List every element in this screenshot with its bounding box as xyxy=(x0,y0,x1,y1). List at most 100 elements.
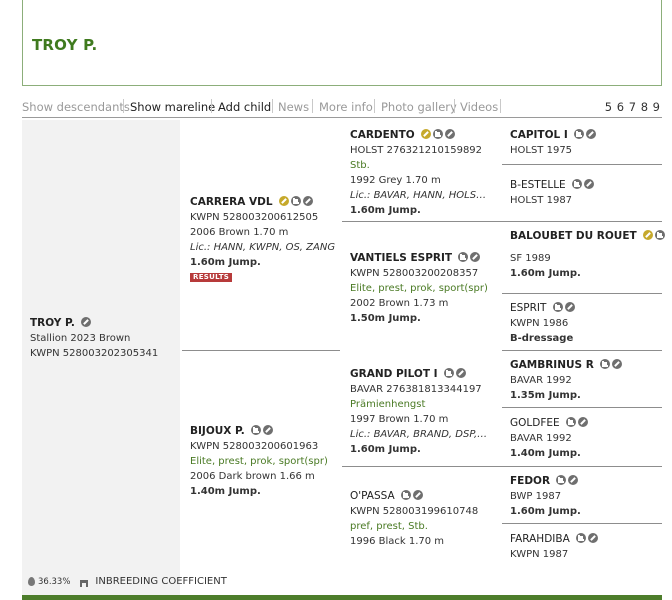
stallion-badge-icon xyxy=(420,129,431,139)
edit-icon[interactable] xyxy=(470,252,481,262)
pedigree-icon[interactable] xyxy=(556,475,567,485)
stallion-badge-icon xyxy=(278,196,289,206)
subject-registration: KWPN 528003202305341 xyxy=(30,348,159,359)
gen3-card-2: B-ESTELLE HOLST 1987 xyxy=(510,178,594,208)
sire-name[interactable]: CARRERA VDL xyxy=(190,195,273,210)
horse-predicates: Prämienhengst xyxy=(350,399,426,410)
pedigree-icon[interactable] xyxy=(575,533,586,543)
subject-name[interactable]: TROY P. xyxy=(30,316,75,331)
horse-name[interactable]: FARAHDIBA xyxy=(510,532,570,547)
horse-details: 2002 Brown 1.73 m xyxy=(350,298,449,309)
horse-details: 1992 Grey 1.70 m xyxy=(350,175,441,186)
pedigree-tree: TROY P. Stallion 2023 Brown KWPN 5280032… xyxy=(0,0,672,600)
pedigree-icon[interactable] xyxy=(250,425,261,435)
horse-name[interactable]: CAPITOL I xyxy=(510,128,568,143)
edit-icon[interactable] xyxy=(412,490,423,500)
horse-sport: 1.60m Jump. xyxy=(510,268,581,279)
horse-details: 1997 Brown 1.70 m xyxy=(350,414,449,425)
sire-licenses: Lic.: HANN, KWPN, OS, ZANG xyxy=(190,242,336,253)
horse-registration: BAVAR 1992 xyxy=(510,433,572,444)
horse-registration: BAVAR 1992 xyxy=(510,375,572,386)
horse-name[interactable]: CARDENTO xyxy=(350,128,415,143)
inbreeding-label[interactable]: INBREEDING COEFFICIENT xyxy=(95,576,226,587)
pedigree-icon[interactable] xyxy=(565,417,576,427)
dam-sire-card: GRAND PILOT I BAVAR 276381813344197 Präm… xyxy=(350,367,490,457)
horse-details: 1996 Black 1.70 m xyxy=(350,536,445,547)
horse-sport: 1.40m Jump. xyxy=(510,448,581,459)
dam-registration: KWPN 528003200601963 xyxy=(190,441,319,452)
edit-icon[interactable] xyxy=(585,129,596,139)
edit-icon[interactable] xyxy=(612,359,622,369)
horse-registration: BAVAR 276381813344197 xyxy=(350,384,482,395)
horse-licenses: Lic.: BAVAR, HANN, HOLST, ISH, ... xyxy=(350,190,490,201)
dam-dam-card: O'PASSA KWPN 528003199610748 pref, prest… xyxy=(350,489,478,549)
horse-registration: SF 1989 xyxy=(510,253,551,264)
horse-name[interactable]: FEDOR xyxy=(510,474,550,489)
pedigree-icon[interactable] xyxy=(573,129,584,139)
edit-icon[interactable] xyxy=(302,196,313,206)
horse-name[interactable]: GOLDFEE xyxy=(510,416,560,431)
pedigree-icon[interactable] xyxy=(443,368,454,378)
divider xyxy=(502,466,662,467)
pedigree-icon[interactable] xyxy=(571,179,582,189)
horse-registration: KWPN 1986 xyxy=(510,318,569,329)
divider xyxy=(502,221,662,222)
horse-name[interactable]: B-ESTELLE xyxy=(510,178,566,193)
edit-icon[interactable] xyxy=(81,317,92,327)
pedigree-icon[interactable] xyxy=(432,129,443,139)
horse-sport: B-dressage xyxy=(510,333,574,344)
sire-card: CARRERA VDL KWPN 528003200612505 2006 Br… xyxy=(190,195,335,285)
horse-name[interactable]: GRAND PILOT I xyxy=(350,367,438,382)
divider xyxy=(502,523,662,524)
horse-name[interactable]: ESPRIT xyxy=(510,301,546,316)
bottom-bar xyxy=(22,595,662,600)
divider xyxy=(182,350,340,351)
horse-name[interactable]: VANTIELS ESPRIT xyxy=(350,251,452,266)
sire-registration: KWPN 528003200612505 xyxy=(190,212,319,223)
edit-icon[interactable] xyxy=(444,129,455,139)
subject-details: Stallion 2023 Brown xyxy=(30,333,131,344)
dam-predicates: Elite, prest, prok, sport(spr) xyxy=(190,456,328,467)
gen3-card-6: GOLDFEE BAVAR 1992 1.40m Jump. xyxy=(510,416,588,461)
horse-registration: BWP 1987 xyxy=(510,491,562,502)
results-badge[interactable]: RESULTS xyxy=(190,273,233,282)
pedigree-icon[interactable] xyxy=(400,490,411,500)
pedigree-icon[interactable] xyxy=(654,230,665,240)
pedigree-icon[interactable] xyxy=(552,302,563,312)
horse-name[interactable]: GAMBRINUS R xyxy=(510,358,594,373)
horse-sport: 1.60m Jump. xyxy=(510,506,581,517)
gen3-card-7: FEDOR BWP 1987 1.60m Jump. xyxy=(510,474,581,519)
pedigree-icon[interactable] xyxy=(458,252,469,262)
horse-sport: 1.60m Jump. xyxy=(350,444,421,455)
edit-icon[interactable] xyxy=(577,417,588,427)
gen3-card-3: BALOUBET DU ROUET SF 1989 1.60m Jump. xyxy=(510,229,665,281)
stallion-badge-icon xyxy=(642,230,653,240)
horse-sport: 1.50m Jump. xyxy=(350,313,421,324)
edit-icon[interactable] xyxy=(564,302,575,312)
pedigree-icon[interactable] xyxy=(290,196,301,206)
edit-icon[interactable] xyxy=(568,475,579,485)
horse-registration: HOLST 1987 xyxy=(510,195,573,206)
horse-predicates: Stb. xyxy=(350,160,370,171)
horse-registration: KWPN 528003200208357 xyxy=(350,268,479,279)
pedigree-icon[interactable] xyxy=(600,359,610,369)
horse-registration: KWPN 1987 xyxy=(510,549,569,560)
dam-name[interactable]: BIJOUX P. xyxy=(190,424,245,439)
sire-dam-card: VANTIELS ESPRIT KWPN 528003200208357 Eli… xyxy=(350,251,488,326)
horse-icon xyxy=(78,577,90,587)
horse-registration: HOLST 276321210159892 xyxy=(350,145,483,156)
edit-icon[interactable] xyxy=(455,368,466,378)
horse-name[interactable]: O'PASSA xyxy=(350,489,395,504)
drop-icon xyxy=(28,577,35,586)
dam-card: BIJOUX P. KWPN 528003200601963 Elite, pr… xyxy=(190,424,328,499)
horse-sport: 1.60m Jump. xyxy=(350,205,421,216)
inbreeding-percent: 36.33% xyxy=(38,576,71,587)
edit-icon[interactable] xyxy=(262,425,273,435)
edit-icon[interactable] xyxy=(587,533,598,543)
horse-registration: KWPN 528003199610748 xyxy=(350,506,479,517)
gen3-card-1: CAPITOL I HOLST 1975 xyxy=(510,128,596,158)
edit-icon[interactable] xyxy=(583,179,594,189)
dam-details: 2006 Dark brown 1.66 m xyxy=(190,471,315,482)
horse-name[interactable]: BALOUBET DU ROUET xyxy=(510,229,637,244)
subject-horse: TROY P. Stallion 2023 Brown KWPN 5280032… xyxy=(30,316,158,361)
